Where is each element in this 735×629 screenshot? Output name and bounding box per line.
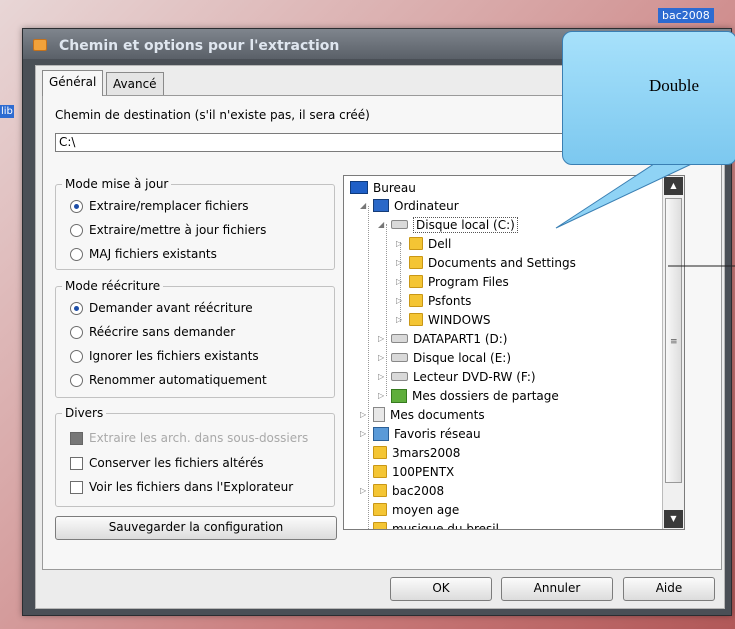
tab-general[interactable]: Général — [42, 70, 104, 96]
callout-text: Double — [649, 76, 700, 95]
annotation-callout: Double — [562, 31, 735, 165]
